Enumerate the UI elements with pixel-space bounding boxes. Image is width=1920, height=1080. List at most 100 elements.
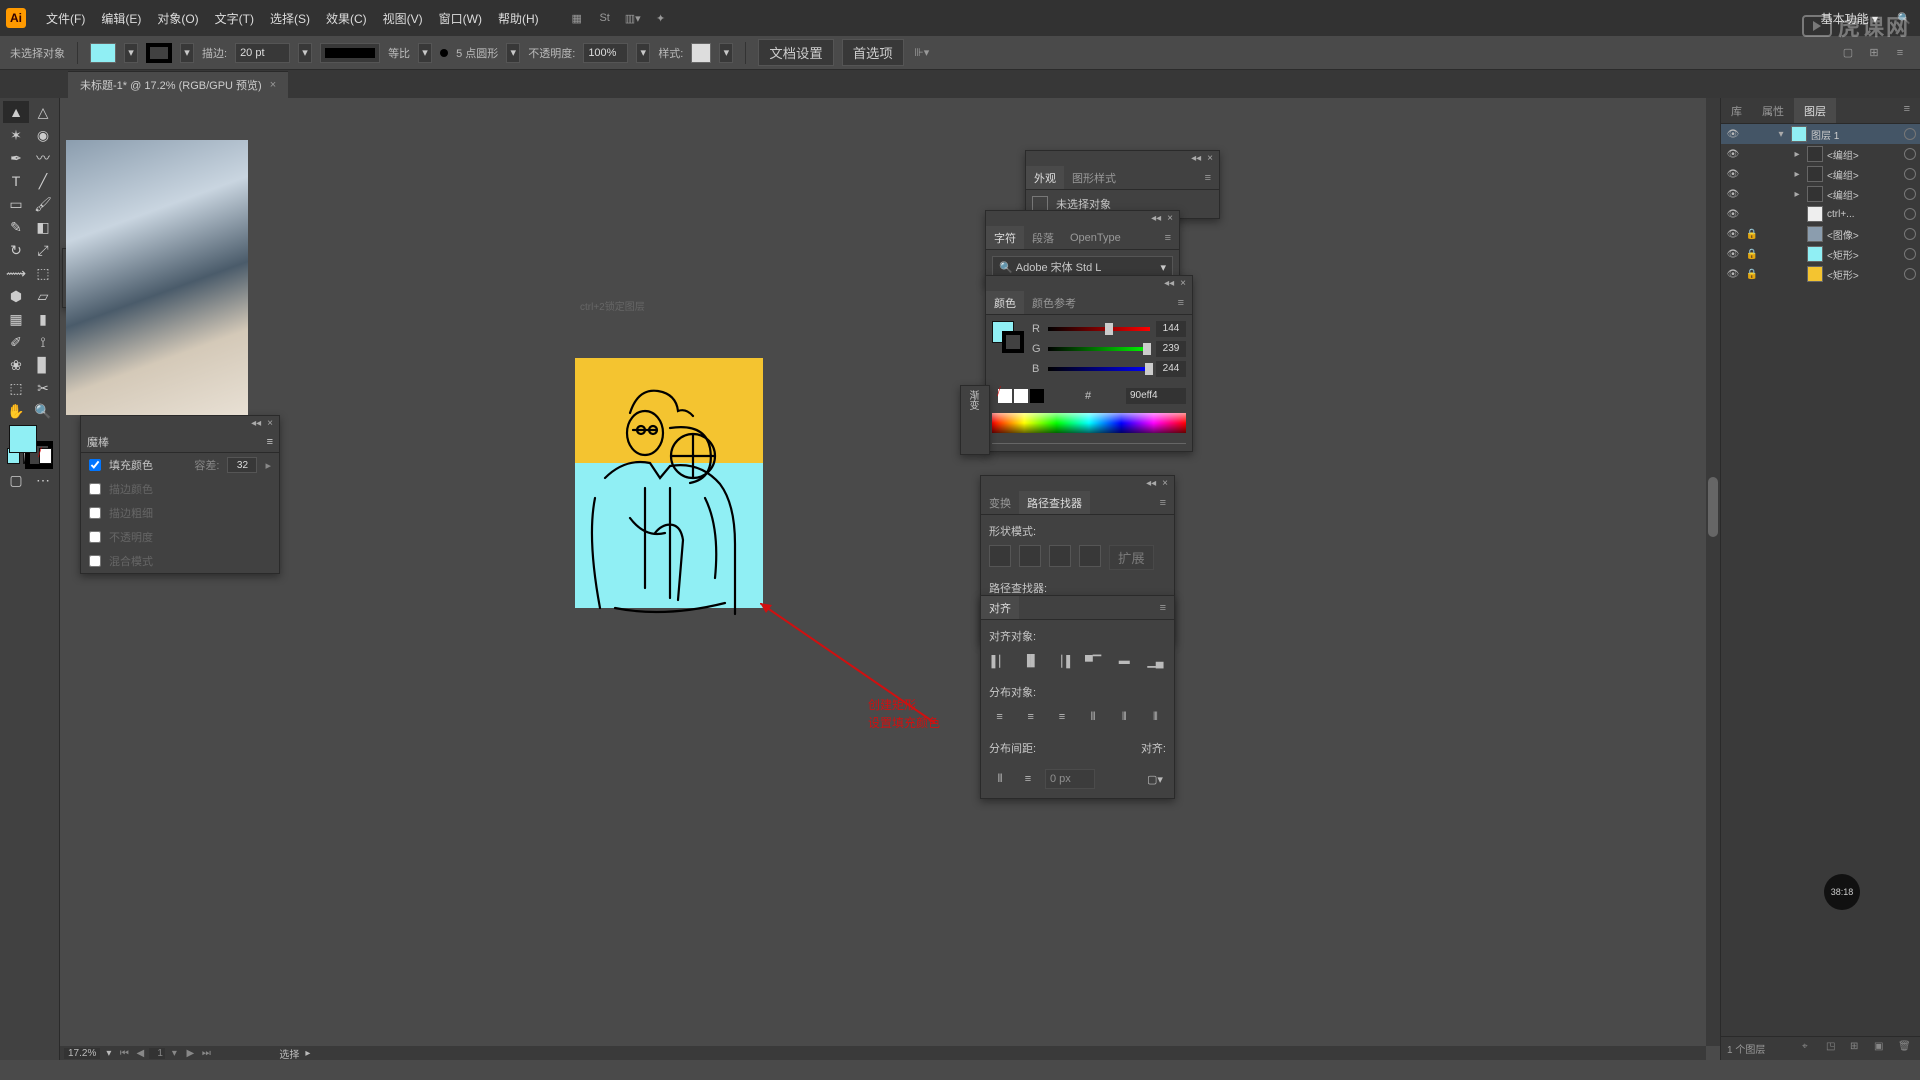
- menu-help[interactable]: 帮助(H): [490, 6, 547, 31]
- dist-hcenter-icon[interactable]: ⦀: [1114, 706, 1135, 728]
- new-layer-icon[interactable]: ▣: [1874, 1041, 1890, 1057]
- tab-opentype[interactable]: OpenType: [1062, 226, 1129, 249]
- opacity-dropdown[interactable]: ▾: [636, 43, 650, 63]
- stroke-color-check[interactable]: [89, 483, 101, 495]
- visibility-icon[interactable]: 👁: [1725, 149, 1741, 160]
- zoom-tool[interactable]: 🔍: [30, 400, 56, 422]
- canvas[interactable]: ctrl+2锁定图层: [60, 98, 1720, 1060]
- tab-close-icon[interactable]: ×: [270, 79, 276, 91]
- artboard-tool[interactable]: ⬚: [3, 377, 29, 399]
- fill-dropdown[interactable]: ▾: [124, 43, 138, 63]
- slice-tool[interactable]: ✂: [30, 377, 56, 399]
- stroke-swatch[interactable]: [146, 43, 172, 63]
- align-panel[interactable]: 对齐 ≡ 对齐对象: ▌▏ ▐▌ ▕▐ ▀▔ ▬ ▁▄ 分布对象: ≡ ≡ ≡ …: [980, 595, 1175, 799]
- blend-tool[interactable]: ⟟: [30, 331, 56, 353]
- tab-character[interactable]: 字符: [986, 226, 1024, 249]
- dist-top-icon[interactable]: ≡: [989, 706, 1010, 728]
- lasso-tool[interactable]: ◉: [30, 124, 56, 146]
- delete-layer-icon[interactable]: 🗑: [1898, 1041, 1914, 1057]
- paintbrush-tool[interactable]: 🖌: [30, 193, 56, 215]
- target-icon[interactable]: [1904, 208, 1916, 220]
- style-swatch[interactable]: [691, 43, 711, 63]
- expand-caret-icon[interactable]: ▸: [1791, 149, 1803, 160]
- minus-front-icon[interactable]: [1019, 545, 1041, 567]
- visibility-icon[interactable]: 👁: [1725, 169, 1741, 180]
- b-slider[interactable]: [1048, 364, 1150, 374]
- lock-icon[interactable]: 🔒: [1745, 269, 1759, 280]
- perspective-tool[interactable]: ▱: [30, 285, 56, 307]
- panel-menu-icon[interactable]: ≡: [1894, 98, 1920, 123]
- r-value[interactable]: 144: [1156, 321, 1186, 337]
- dist-vspace-icon[interactable]: ⦀: [989, 768, 1011, 790]
- document-tab[interactable]: 未标题-1* @ 17.2% (RGB/GPU 预览) ×: [68, 71, 288, 98]
- cb-icon-3[interactable]: ≡: [1890, 43, 1910, 63]
- zoom-display[interactable]: 17.2%: [64, 1048, 100, 1059]
- layer-name[interactable]: <矩形>: [1827, 267, 1900, 282]
- symbol-sprayer-tool[interactable]: ❀: [3, 354, 29, 376]
- expand-caret-icon[interactable]: ▸: [1791, 189, 1803, 200]
- align-left-icon[interactable]: ▌▏: [989, 650, 1010, 672]
- layer-row[interactable]: 👁▸<编组>: [1721, 184, 1920, 204]
- style-dropdown[interactable]: ▾: [719, 43, 733, 63]
- new-sublayer-icon[interactable]: ⊞: [1850, 1041, 1866, 1057]
- align-right-icon[interactable]: ▕▐: [1051, 650, 1072, 672]
- layer-row[interactable]: 👁🔒<矩形>: [1721, 244, 1920, 264]
- line-tool[interactable]: ╱: [30, 170, 56, 192]
- align-hcenter-icon[interactable]: ▐▌: [1020, 650, 1041, 672]
- graph-tool[interactable]: ▊: [30, 354, 56, 376]
- lock-icon[interactable]: 🔒: [1745, 229, 1759, 240]
- menu-effect[interactable]: 效果(C): [318, 6, 375, 31]
- target-icon[interactable]: [1904, 268, 1916, 280]
- layer-row[interactable]: 👁 ▸ <编组>: [1721, 164, 1920, 184]
- shape-builder-tool[interactable]: ⬢: [3, 285, 29, 307]
- visibility-icon[interactable]: 👁: [1725, 249, 1741, 260]
- stroke-weight-check[interactable]: [89, 507, 101, 519]
- mesh-tool[interactable]: ▦: [3, 308, 29, 330]
- free-transform-tool[interactable]: ⬚: [30, 262, 56, 284]
- align-to-dropdown[interactable]: ▢▾: [1144, 768, 1166, 790]
- align-vcenter-icon[interactable]: ▬: [1114, 650, 1135, 672]
- cb-icon-2[interactable]: ⊞: [1864, 43, 1884, 63]
- visibility-icon[interactable]: 👁: [1725, 229, 1741, 240]
- target-icon[interactable]: [1904, 248, 1916, 260]
- magic-wand-tool[interactable]: ✶: [3, 124, 29, 146]
- stroke-style-dropdown[interactable]: ▾: [418, 43, 432, 63]
- b-value[interactable]: 244: [1156, 361, 1186, 377]
- layer-name[interactable]: <图像>: [1827, 227, 1900, 242]
- expand-caret-icon[interactable]: ▸: [1791, 169, 1803, 180]
- scale-tool[interactable]: ⤢: [30, 239, 56, 261]
- expand-caret-icon[interactable]: ▾: [1775, 129, 1787, 140]
- shaper-tool[interactable]: ✎: [3, 216, 29, 238]
- doc-setup-button[interactable]: 文档设置: [758, 39, 833, 66]
- visibility-icon[interactable]: 👁: [1725, 189, 1741, 200]
- fill-swatch[interactable]: [90, 43, 116, 63]
- menu-file[interactable]: 文件(F): [38, 6, 93, 31]
- eraser-tool[interactable]: ◧: [30, 216, 56, 238]
- type-tool[interactable]: T: [3, 170, 29, 192]
- tab-color-guide[interactable]: 颜色参考: [1024, 291, 1084, 314]
- align-options-icon[interactable]: ⊪▾: [912, 43, 932, 63]
- dist-hspace-icon[interactable]: ≡: [1017, 768, 1039, 790]
- stroke-weight-input[interactable]: [235, 43, 290, 63]
- layer-name[interactable]: <编组>: [1827, 167, 1900, 182]
- tab-transform[interactable]: 变换: [981, 491, 1019, 514]
- blend-check[interactable]: [89, 555, 101, 567]
- target-icon[interactable]: [1904, 168, 1916, 180]
- target-icon[interactable]: [1904, 188, 1916, 200]
- menu-view[interactable]: 视图(V): [375, 6, 431, 31]
- locate-layer-icon[interactable]: ⌖: [1802, 1041, 1818, 1057]
- stroke-profile[interactable]: [320, 43, 380, 63]
- layer-name[interactable]: <矩形>: [1827, 247, 1900, 262]
- layer-list[interactable]: 👁▾图层 1👁▸<编组>👁▸<编组>👁▸<编组>👁ctrl+...👁🔒<图像>👁…: [1721, 124, 1920, 1036]
- menu-window[interactable]: 窗口(W): [431, 6, 490, 31]
- g-value[interactable]: 239: [1156, 341, 1186, 357]
- menu-edit[interactable]: 编辑(E): [93, 6, 149, 31]
- target-icon[interactable]: [1904, 228, 1916, 240]
- layer-name[interactable]: 图层 1: [1811, 127, 1900, 142]
- dist-bottom-icon[interactable]: ≡: [1051, 706, 1072, 728]
- dist-right-icon[interactable]: ⦀: [1145, 706, 1166, 728]
- rectangle-tool[interactable]: ▭: [3, 193, 29, 215]
- unite-icon[interactable]: [989, 545, 1011, 567]
- brush-dropdown[interactable]: ▾: [506, 43, 520, 63]
- menu-type[interactable]: 文字(T): [207, 6, 262, 31]
